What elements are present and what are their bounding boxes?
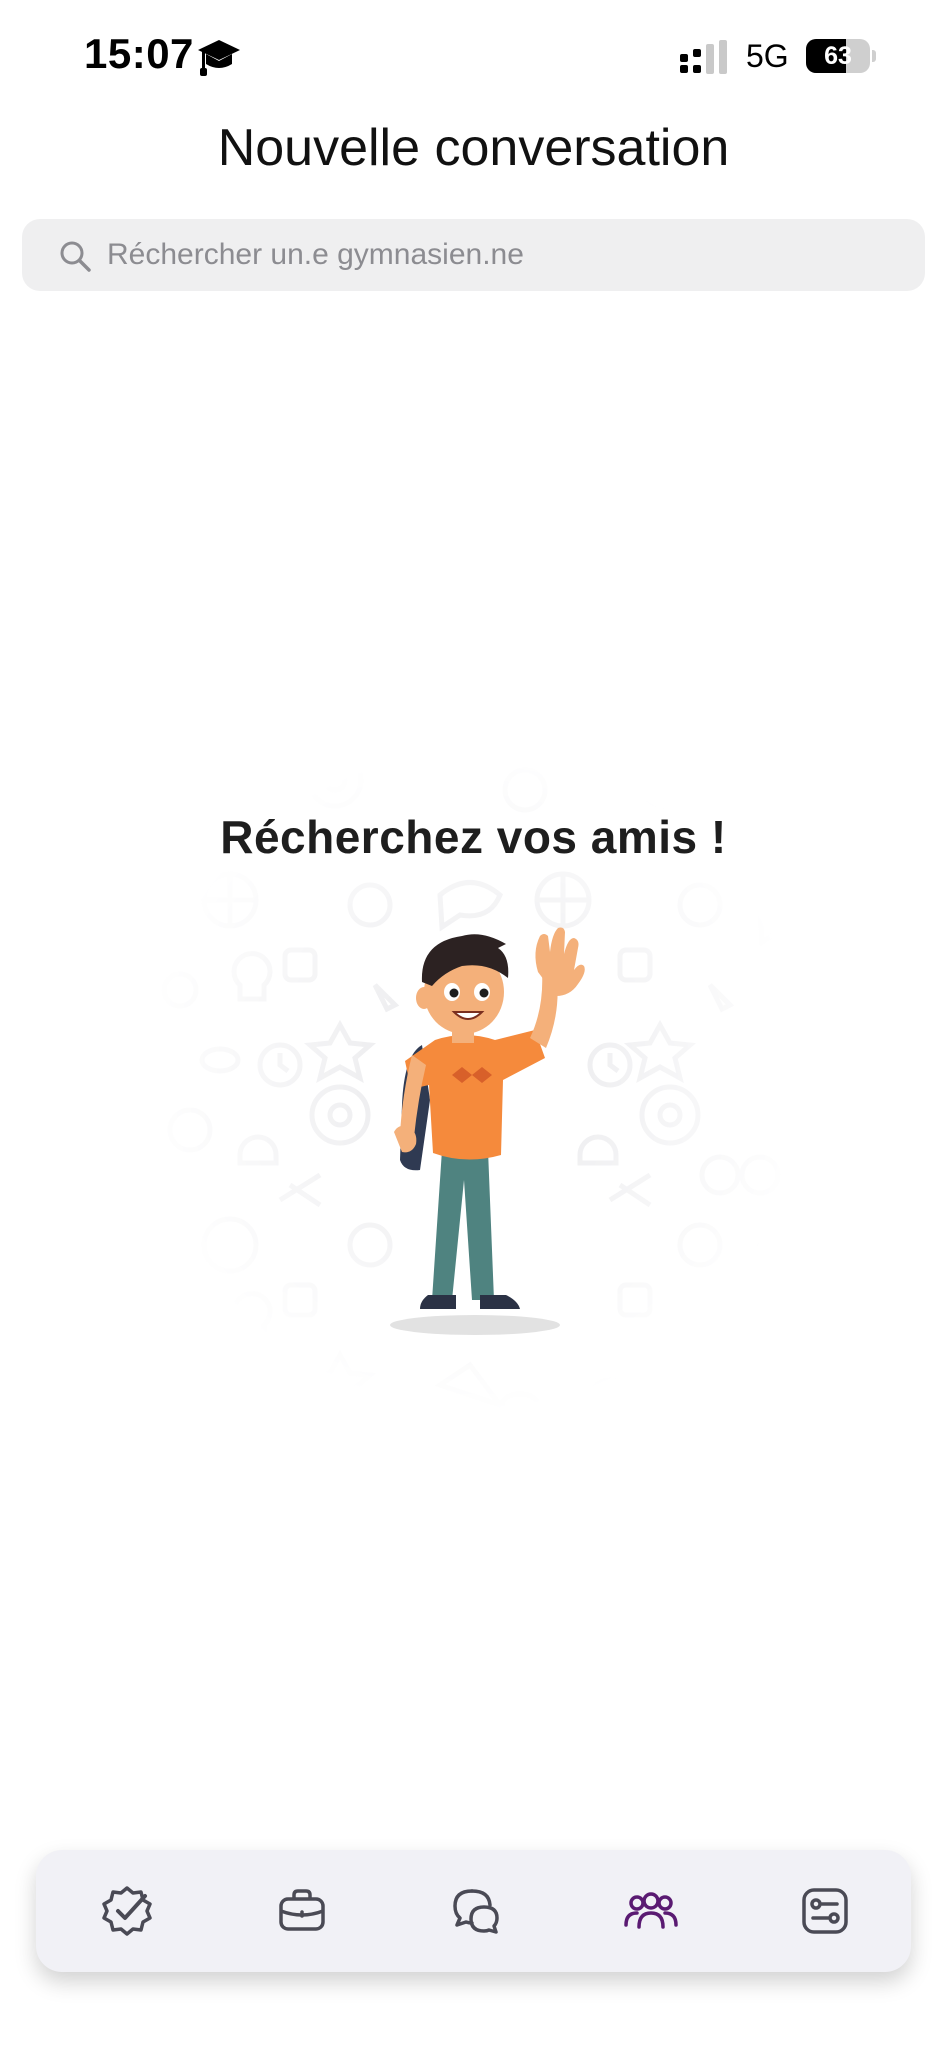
network-type: 5G (746, 38, 789, 74)
tab-messages[interactable] (446, 1881, 506, 1941)
badge-check-icon (102, 1886, 152, 1936)
status-bar: 15:07 5G 63 (0, 0, 947, 110)
tab-bar (36, 1850, 911, 1972)
battery-cap (872, 50, 876, 62)
status-time: 15:07 (84, 30, 194, 77)
waving-student-illustration (390, 927, 585, 1335)
graduation-cap-icon (198, 40, 240, 76)
chat-bubbles-icon (453, 1889, 499, 1934)
tab-friends[interactable] (621, 1881, 681, 1941)
search-bar[interactable] (22, 219, 925, 291)
empty-state-title: Récherchez vos amis ! (220, 811, 727, 863)
battery-icon: 63 (806, 39, 870, 73)
tab-badges[interactable] (97, 1881, 157, 1941)
page-title: Nouvelle conversation (217, 119, 730, 177)
search-icon (60, 241, 91, 272)
settings-sliders-icon (802, 1888, 848, 1934)
people-icon (624, 1892, 678, 1929)
tab-jobs[interactable] (272, 1881, 332, 1941)
screen: 15:07 5G 63 Nouvelle conversation Récher… (0, 0, 947, 2048)
tab-settings[interactable] (795, 1881, 855, 1941)
battery-level: 63 (824, 42, 852, 70)
search-input[interactable] (107, 219, 897, 291)
briefcase-icon (279, 1889, 325, 1931)
signal-strength-icon (680, 40, 727, 74)
